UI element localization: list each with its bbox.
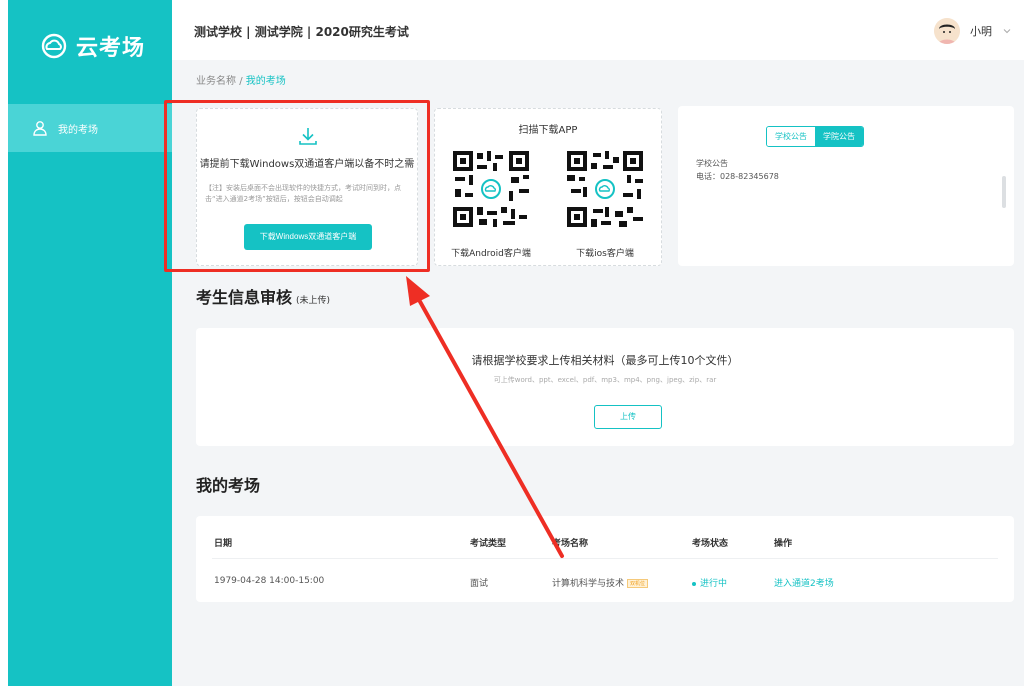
ios-qr-code-icon: [565, 149, 645, 229]
upload-button[interactable]: 上传: [594, 405, 662, 429]
page-title: 测试学校 | 测试学院 | 2020研究生考试: [194, 25, 409, 39]
exam-date: 1979-04-28 14:00-15:00: [214, 576, 325, 586]
column-header-type: 考试类型: [470, 539, 507, 549]
notice-title: 学校公告: [696, 159, 728, 168]
enter-channel-2-link[interactable]: 进入通道2考场: [774, 576, 834, 589]
notice-scrollbar[interactable]: [1002, 176, 1006, 208]
column-header-date: 日期: [214, 539, 233, 549]
android-qr-code-icon: [451, 149, 531, 229]
exam-section-title: 我的考场: [196, 476, 261, 495]
user-name: 小明: [970, 25, 992, 38]
exam-name-cell: 计算机科学与技术 双机位: [552, 576, 649, 589]
exam-type: 面试: [470, 579, 489, 589]
review-section-title: 考生信息审核 (未上传): [196, 284, 330, 308]
upload-hint: 可上传word、ppt、excel、pdf、mp3、mp4、png、jpeg、z…: [493, 376, 717, 384]
sidebar-item-label: 我的考场: [58, 124, 98, 136]
notice-card: 学校公告 学院公告 学校公告 电话：028-82345678: [678, 106, 1014, 266]
exam-table: 日期 考试类型 考场名称 考场状态 操作 1979-04-28 14:00-15…: [196, 516, 1014, 602]
column-header-status: 考场状态: [692, 539, 729, 549]
exam-name: 计算机科学与技术: [552, 579, 625, 589]
exam-tag-badge: 双机位: [627, 579, 649, 588]
app-download-card: 扫描下载APP 下载Android客户端 下载ios客户端: [434, 108, 662, 266]
tab-college-notice[interactable]: 学院公告: [815, 127, 863, 146]
android-download-label: 下载Android客户端: [451, 249, 531, 259]
review-title-text: 考生信息审核: [196, 288, 293, 307]
notice-tabs: 学校公告 学院公告: [766, 126, 864, 147]
exam-status: 进行中: [700, 579, 728, 589]
logo-text: 云考场: [76, 36, 146, 61]
header: 测试学校 | 测试学院 | 2020研究生考试 小明: [172, 0, 1024, 60]
breadcrumb-separator: /: [239, 76, 243, 87]
exam-status-cell: 进行中: [692, 576, 727, 589]
column-header-action: 操作: [774, 539, 793, 549]
notice-phone: 电话：028-82345678: [696, 172, 779, 181]
user-menu[interactable]: 小明: [934, 18, 1012, 44]
tab-school-notice[interactable]: 学校公告: [767, 127, 815, 146]
qr-title: 扫描下载APP: [518, 125, 578, 136]
avatar-icon: [934, 18, 960, 44]
breadcrumb-current[interactable]: 我的考场: [246, 76, 286, 87]
breadcrumb-parent[interactable]: 业务名称: [196, 76, 236, 87]
sidebar-item-my-exam[interactable]: 我的考场: [8, 104, 172, 152]
review-status: (未上传): [296, 296, 331, 306]
breadcrumb: 业务名称 / 我的考场: [196, 72, 286, 87]
ios-download-label: 下载ios客户端: [576, 249, 634, 259]
user-icon: [33, 121, 47, 136]
cloud-logo-icon: [41, 33, 67, 59]
column-header-name: 考场名称: [552, 539, 589, 549]
logo: 云考场: [38, 30, 145, 62]
avatar: [934, 18, 960, 44]
upload-card: 请根据学校要求上传相关材料（最多可上传10个文件） 可上传word、ppt、ex…: [196, 328, 1014, 446]
sidebar: 云考场 我的考场: [8, 0, 172, 686]
table-divider: [212, 558, 998, 559]
chevron-down-icon: [1003, 29, 1011, 34]
upload-title: 请根据学校要求上传相关材料（最多可上传10个文件）: [471, 354, 739, 367]
annotation-highlight-box: [164, 100, 430, 272]
status-dot-icon: [692, 581, 696, 586]
